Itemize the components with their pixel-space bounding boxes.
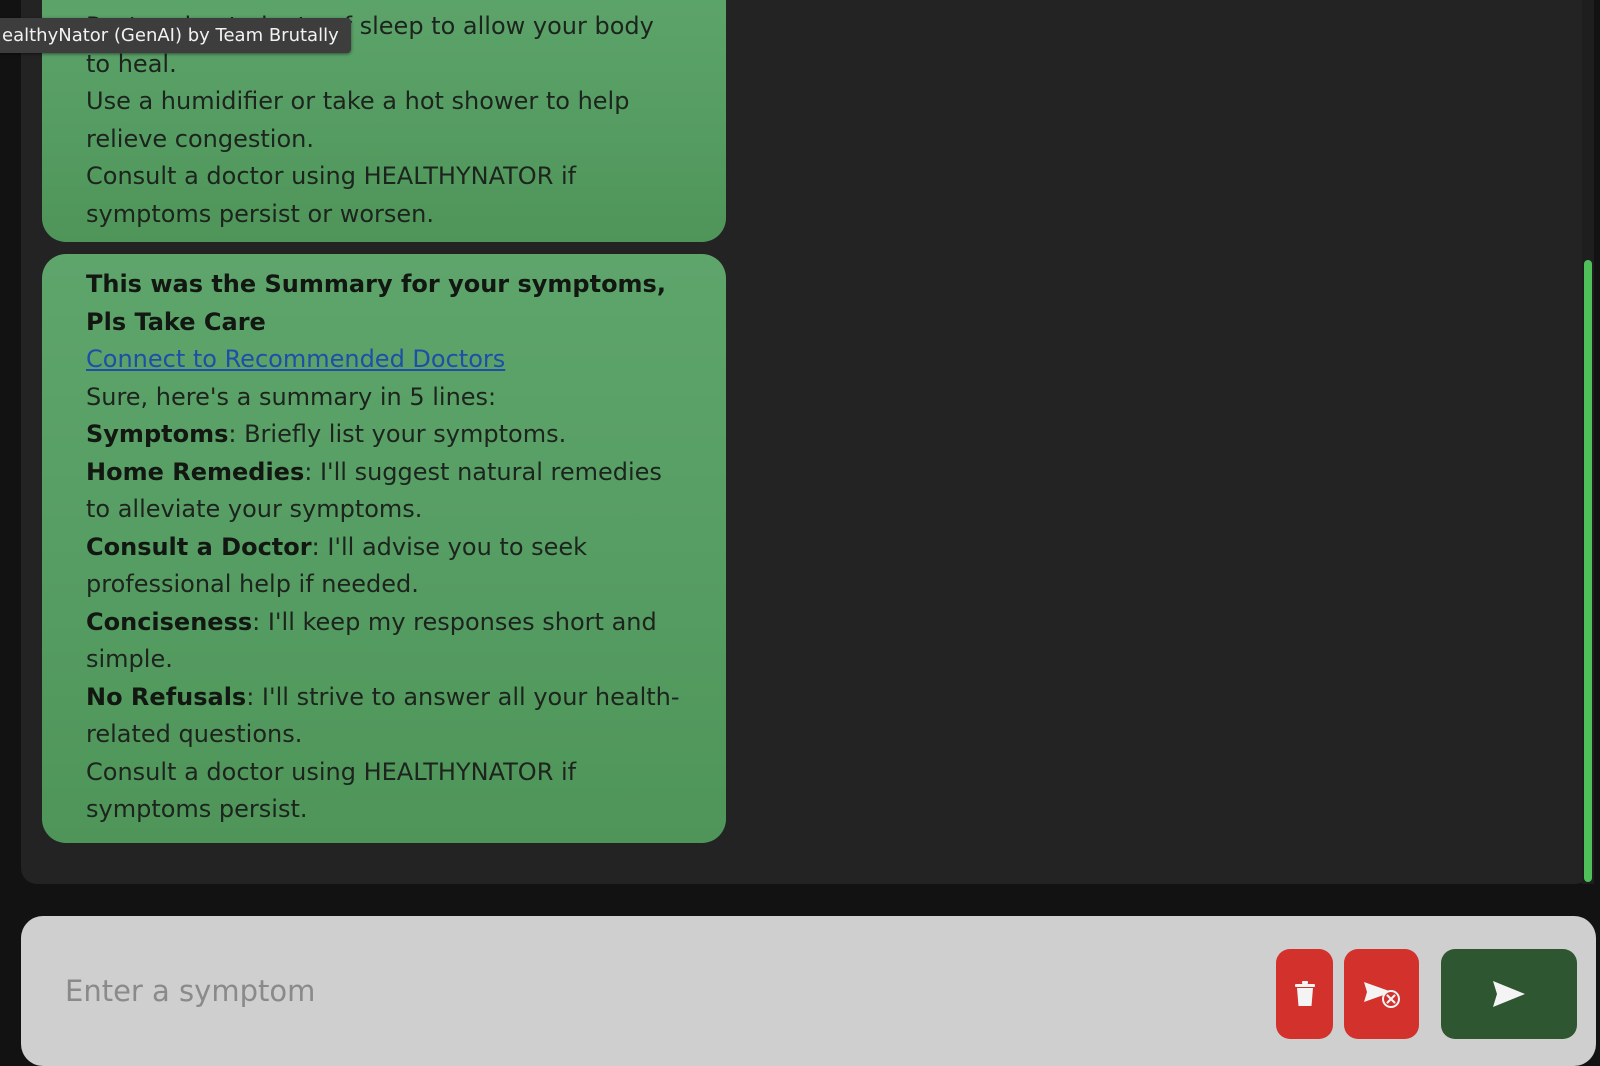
summary-item-text: : Briefly list your symptoms. — [228, 420, 567, 448]
message-line: Consult a doctor using HEALTHYNATOR if s… — [86, 162, 577, 228]
summary-message: This was the Summary for your symptoms, … — [42, 254, 726, 843]
summary-item: No Refusals: I'll strive to answer all y… — [86, 679, 682, 754]
scrollbar-thumb[interactable] — [1584, 260, 1592, 882]
clear-chat-button[interactable] — [1276, 949, 1333, 1039]
recommended-doctors-link[interactable]: Connect to Recommended Doctors — [86, 341, 505, 379]
summary-item-label: Conciseness — [86, 607, 253, 636]
cancel-send-button[interactable] — [1344, 949, 1419, 1039]
summary-item-label: Symptoms — [86, 420, 229, 448]
trash-icon — [1294, 981, 1315, 1006]
summary-heading: This was the Summary for your symptoms, … — [86, 270, 666, 336]
send-icon — [1493, 981, 1525, 1007]
message-input-bar — [21, 916, 1596, 1066]
symptom-input[interactable] — [63, 968, 1167, 1014]
send-button[interactable] — [1441, 949, 1577, 1039]
summary-item-label: No Refusals — [86, 682, 247, 711]
summary-item: Symptoms: Briefly list your symptoms. — [86, 416, 682, 454]
summary-item-label: Consult a Doctor — [86, 532, 312, 561]
summary-item: Home Remedies: I'll suggest natural reme… — [86, 454, 682, 529]
chat-scrollbar[interactable] — [1582, 0, 1594, 884]
app-title-tooltip: ealthyNator (GenAI) by Team Brutally — [0, 18, 351, 53]
send-cancel-icon — [1363, 982, 1400, 1008]
summary-item-label: Home Remedies — [86, 457, 305, 486]
message-line: Use a humidifier or take a hot shower to… — [86, 87, 630, 153]
summary-footer: Consult a doctor using HEALTHYNATOR if s… — [86, 757, 577, 824]
summary-intro: Sure, here's a summary in 5 lines: — [86, 382, 497, 411]
summary-item: Consult a Doctor: I'll advise you to see… — [86, 529, 682, 604]
summary-item: Conciseness: I'll keep my responses shor… — [86, 604, 682, 679]
